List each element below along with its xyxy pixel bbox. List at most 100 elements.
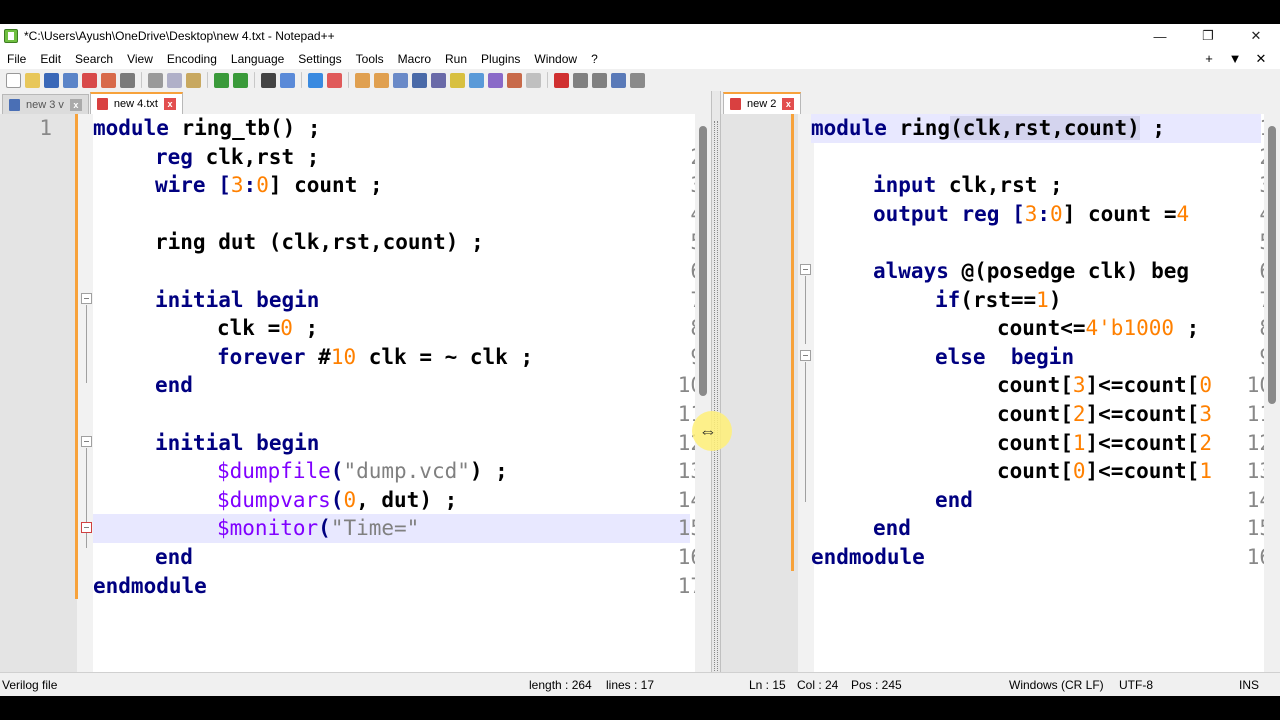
code-token: ( <box>330 459 344 484</box>
replace-icon[interactable] <box>280 72 295 88</box>
menu-macro[interactable]: Macro <box>391 52 438 66</box>
save-icon[interactable] <box>44 72 59 88</box>
menu-encoding[interactable]: Encoding <box>160 52 224 66</box>
status-eol[interactable]: Windows (CR LF) <box>1009 678 1104 692</box>
record-macro-icon[interactable] <box>554 72 569 88</box>
code-line: 15 $monitor("Time=" <box>0 514 711 543</box>
play-macro-icon[interactable] <box>592 72 607 88</box>
code-token: [ <box>205 173 231 198</box>
zoom-in-icon[interactable] <box>308 72 323 88</box>
code-token: output <box>873 201 949 226</box>
code-token: 2 <box>1199 430 1212 455</box>
new-file-icon[interactable] <box>6 72 21 88</box>
zoom-out-icon[interactable] <box>327 72 342 88</box>
code-token: 1 <box>1036 287 1049 312</box>
stop-macro-icon[interactable] <box>573 72 588 88</box>
sync-vertical-icon[interactable] <box>355 72 370 88</box>
close-all-icon[interactable] <box>101 72 116 88</box>
menu-search[interactable]: Search <box>68 52 120 66</box>
indent-guide-icon[interactable] <box>431 72 446 88</box>
folder-workspace-icon[interactable] <box>507 72 522 88</box>
code-token: ) <box>1048 287 1062 312</box>
code-token: reg <box>948 201 1000 226</box>
code-token: ] count = <box>1062 201 1177 226</box>
tab-list-dropdown[interactable]: ▼ <box>1222 51 1248 66</box>
code-token: ; <box>1174 316 1200 341</box>
mouse-cursor-highlight: ⇔ <box>692 411 732 451</box>
minimize-button[interactable]: — <box>1136 24 1184 48</box>
save-all-icon[interactable] <box>63 72 78 88</box>
redo-icon[interactable] <box>233 72 248 88</box>
document-map-icon[interactable] <box>469 72 484 88</box>
undo-icon[interactable] <box>214 72 229 88</box>
scrollbar-thumb[interactable] <box>699 126 707 396</box>
menu-file[interactable]: File <box>0 52 33 66</box>
paste-icon[interactable] <box>186 72 201 88</box>
word-wrap-icon[interactable] <box>393 72 408 88</box>
menu-tools[interactable]: Tools <box>349 52 391 66</box>
function-list-icon[interactable] <box>488 72 503 88</box>
close-tab-icon[interactable]: x <box>163 98 176 110</box>
left-editor-pane: new 3 v x new 4.txt x 1 module ring_tb() <box>0 91 711 696</box>
menu-view[interactable]: View <box>120 52 160 66</box>
code-line: 15 end <box>721 514 1280 543</box>
unsaved-file-icon <box>730 98 741 110</box>
maximize-button[interactable]: ❐ <box>1184 24 1232 48</box>
code-token: 0 <box>1050 201 1063 226</box>
menu-plugins[interactable]: Plugins <box>474 52 527 66</box>
print-icon[interactable] <box>120 72 135 88</box>
code-token: 1 <box>1072 430 1086 455</box>
copy-icon[interactable] <box>167 72 182 88</box>
right-editor-pane: new 2 x 1 module ring(clk,rst,count) ; 2… <box>721 91 1280 696</box>
menu-help[interactable]: ? <box>584 52 605 66</box>
close-icon[interactable] <box>82 72 97 88</box>
code-token: clk = <box>217 316 281 341</box>
toolbar-separator <box>547 72 548 88</box>
find-icon[interactable] <box>261 72 276 88</box>
close-document-button[interactable]: ✕ <box>1248 51 1274 67</box>
menu-settings[interactable]: Settings <box>291 52 348 66</box>
code-token: 0 <box>280 316 293 341</box>
tab-new-3[interactable]: new 3 v x <box>2 94 89 114</box>
code-token: (rst== <box>960 287 1037 312</box>
close-tab-icon[interactable]: x <box>69 98 82 111</box>
menu-language[interactable]: Language <box>224 52 291 66</box>
pane-splitter[interactable] <box>711 91 721 696</box>
language-icon[interactable] <box>450 72 465 88</box>
monitoring-icon[interactable] <box>526 72 541 88</box>
code-token: 3 <box>1199 402 1212 426</box>
menu-window[interactable]: Window <box>527 52 584 66</box>
menu-run[interactable]: Run <box>438 52 474 66</box>
close-tab-icon[interactable]: x <box>782 98 795 110</box>
sync-horizontal-icon[interactable] <box>374 72 389 88</box>
open-file-icon[interactable] <box>25 72 40 88</box>
vertical-scrollbar[interactable] <box>695 114 711 676</box>
code-token: 3 <box>1072 373 1086 398</box>
run-macro-multiple-icon[interactable] <box>611 72 626 88</box>
tab-new-2[interactable]: new 2 x <box>723 92 802 114</box>
cut-icon[interactable] <box>148 72 163 88</box>
status-encoding[interactable]: UTF-8 <box>1119 678 1153 692</box>
code-token: 3 <box>1024 201 1038 226</box>
status-column: Col : 24 <box>797 678 839 692</box>
code-token: end <box>155 545 193 569</box>
menu-edit[interactable]: Edit <box>33 52 68 66</box>
save-macro-icon[interactable] <box>630 72 645 88</box>
close-button[interactable]: ✕ <box>1232 24 1280 48</box>
show-all-characters-icon[interactable] <box>412 72 427 88</box>
vertical-scrollbar[interactable] <box>1264 114 1280 676</box>
code-line: 9 else begin <box>721 343 1280 372</box>
code-token: $dumpvars <box>217 487 331 512</box>
new-tab-button[interactable]: + <box>1196 51 1222 66</box>
toolbar-separator <box>207 72 208 88</box>
right-code-editor[interactable]: 1 module ring(clk,rst,count) ; 2 3 input… <box>721 114 1280 676</box>
tab-new-4-txt[interactable]: new 4.txt x <box>89 92 183 114</box>
code-token: count[ <box>997 459 1073 484</box>
code-token: module <box>811 116 887 140</box>
status-insert-mode[interactable]: INS <box>1239 678 1259 692</box>
scrollbar-thumb[interactable] <box>1268 126 1276 404</box>
left-code-editor[interactable]: 1 module ring_tb() ; 2 reg clk,rst ; 3 w… <box>0 114 711 676</box>
code-token: endmodule <box>93 573 207 598</box>
left-tab-bar: new 3 v x new 4.txt x <box>0 91 711 114</box>
code-token: count[ <box>997 373 1073 398</box>
